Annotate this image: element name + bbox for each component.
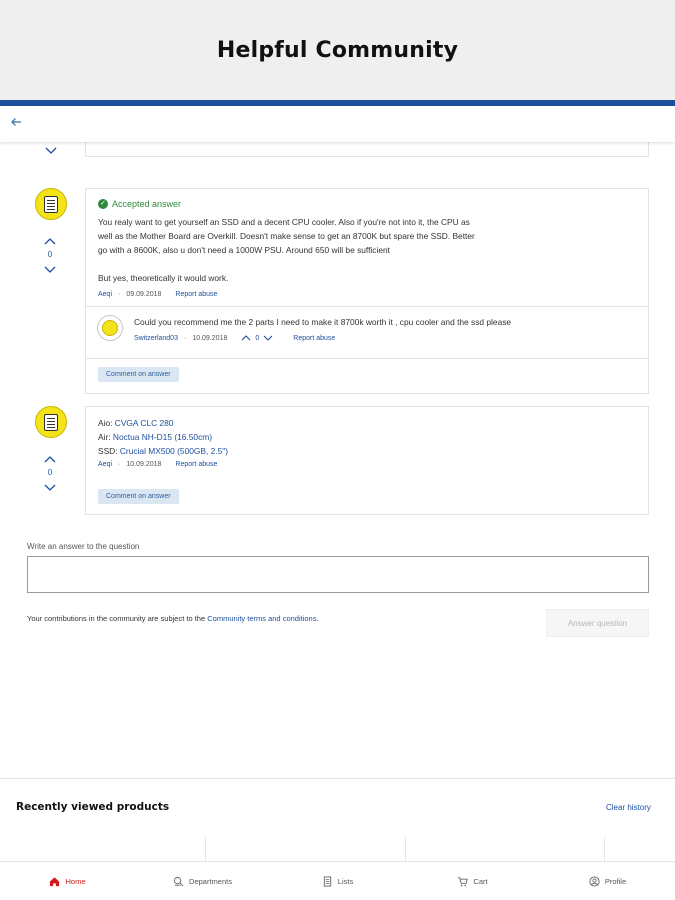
author-link[interactable]: Aeqi <box>98 291 112 298</box>
downvote-chevron-icon[interactable] <box>42 481 58 493</box>
answer-text-line: You realy want to get yourself an SSD an… <box>98 217 470 227</box>
nav-profile[interactable]: Profile <box>540 862 675 900</box>
comment-author-link[interactable]: Switzerland03 <box>134 335 178 342</box>
meta-separator: · <box>183 334 187 342</box>
comment-text: Could you recommend me the 2 parts I nee… <box>134 317 512 327</box>
downvote-chevron-icon[interactable] <box>42 263 58 275</box>
nav-lists[interactable]: Lists <box>270 862 405 900</box>
recently-viewed-title: Recently viewed products <box>16 801 170 813</box>
vote-control: 0 <box>42 234 58 275</box>
avatar-face-icon <box>102 320 118 336</box>
avatar <box>35 406 67 438</box>
answer-date: 10.09.2018 <box>126 461 162 468</box>
departments-icon <box>173 876 184 886</box>
nav-label: Cart <box>473 876 488 886</box>
downvote-chevron-icon[interactable] <box>43 145 59 157</box>
line-prefix: SSD: <box>98 446 120 456</box>
nav-label: Lists <box>337 876 354 886</box>
check-circle-icon: ✓ <box>98 199 108 209</box>
answer-meta: Aeqi · 10.09.2018 Report abuse <box>98 461 648 468</box>
answer-date: 09.09.2018 <box>126 291 162 298</box>
answer-input[interactable] <box>27 556 649 593</box>
product-divider <box>405 837 406 863</box>
comment-vote-control: 0 <box>241 334 273 342</box>
profile-icon <box>589 875 600 887</box>
commenter-avatar <box>97 315 123 341</box>
bottom-nav: Home Departments Lists Cart Profile <box>0 861 675 900</box>
answer-text-line: well as the Mother Board are Overkill. D… <box>98 231 475 241</box>
comment-action-row: Comment on answer <box>86 358 648 394</box>
banner-title: Helpful Community <box>216 37 459 63</box>
avatar-face-icon <box>44 195 58 213</box>
comment-meta: Switzerland03 · 10.09.2018 0 Report abus… <box>134 334 335 342</box>
recently-viewed-section: Recently viewed products Clear history <box>0 778 675 863</box>
product-link[interactable]: Noctua NH-D15 (16.50cm) <box>113 432 212 442</box>
upvote-chevron-icon[interactable] <box>241 334 251 342</box>
avatar-face-icon <box>44 413 58 431</box>
app-banner: Helpful Community <box>0 0 675 100</box>
nav-home[interactable]: Home <box>0 862 135 900</box>
cart-icon <box>458 876 469 886</box>
vote-control: 0 <box>42 452 58 493</box>
terms-suffix: . <box>316 614 319 623</box>
home-icon <box>50 876 60 886</box>
downvote-chevron-icon[interactable] <box>263 334 273 342</box>
app-bar <box>0 106 675 142</box>
comment-on-answer-button[interactable]: Comment on answer <box>98 367 179 382</box>
back-arrow-icon[interactable] <box>10 116 24 130</box>
content-scroll-area[interactable]: 0 ✓ Accepted answer You realy want to ge… <box>0 142 675 782</box>
terms-notice: Your contributions in the community are … <box>27 614 319 623</box>
upvote-chevron-icon[interactable] <box>42 234 58 246</box>
previous-answer-card <box>85 142 649 157</box>
report-abuse-link[interactable]: Report abuse <box>175 291 217 298</box>
nav-label: Home <box>65 876 86 886</box>
answer-text-line: go with a 8600K, also u don't need a 100… <box>98 245 390 255</box>
terms-prefix: Your contributions in the community are … <box>27 614 208 623</box>
product-divider <box>604 837 605 863</box>
comment-on-answer-button[interactable]: Comment on answer <box>98 489 179 504</box>
nav-cart[interactable]: Cart <box>405 862 540 900</box>
product-link[interactable]: CVGA CLC 280 <box>115 418 174 428</box>
answer-card: Aio: CVGA CLC 280 Air: Noctua NH-D15 (16… <box>85 406 649 515</box>
line-prefix: Air: <box>98 432 113 442</box>
accepted-label: Accepted answer <box>112 199 182 209</box>
answer-line: Air: Noctua NH-D15 (16.50cm) <box>98 430 648 444</box>
lists-icon <box>323 875 331 887</box>
comment-vote-count: 0 <box>255 334 260 342</box>
answer-text-line: But yes, theoretically it would work. <box>98 273 229 283</box>
comment-item: Could you recommend me the 2 parts I nee… <box>86 306 648 358</box>
accepted-badge: ✓ Accepted answer <box>98 199 648 209</box>
report-abuse-link[interactable]: Report abuse <box>175 461 217 468</box>
nav-departments[interactable]: Departments <box>135 862 270 900</box>
product-link[interactable]: Crucial MX500 (500GB, 2.5") <box>120 446 228 456</box>
write-answer-label: Write an answer to the question <box>27 542 140 551</box>
nav-label: Profile <box>604 876 627 886</box>
meta-separator: · <box>118 461 121 468</box>
comment-date: 10.09.2018 <box>192 334 228 342</box>
clear-history-link[interactable]: Clear history <box>606 803 651 812</box>
meta-separator: · <box>118 291 121 298</box>
upvote-chevron-icon[interactable] <box>42 452 58 464</box>
answer-meta: Aeqi · 09.09.2018 Report abuse <box>98 291 648 298</box>
answer-text: You realy want to get yourself an SSD an… <box>98 215 488 285</box>
answer-card: ✓ Accepted answer You realy want to get … <box>85 188 649 394</box>
line-prefix: Aio: <box>98 418 115 428</box>
nav-label: Departments <box>189 876 232 886</box>
answer-line: Aio: CVGA CLC 280 <box>98 416 648 430</box>
answer-question-button[interactable]: Answer question <box>546 609 649 637</box>
answer-line: SSD: Crucial MX500 (500GB, 2.5") <box>98 444 648 458</box>
report-abuse-link[interactable]: Report abuse <box>293 335 335 342</box>
vote-count: 0 <box>47 250 53 259</box>
avatar <box>35 188 67 220</box>
vote-count: 0 <box>47 468 53 477</box>
terms-link[interactable]: Community terms and conditions <box>207 614 316 623</box>
product-divider <box>205 837 206 863</box>
author-link[interactable]: Aeqi <box>98 461 112 468</box>
